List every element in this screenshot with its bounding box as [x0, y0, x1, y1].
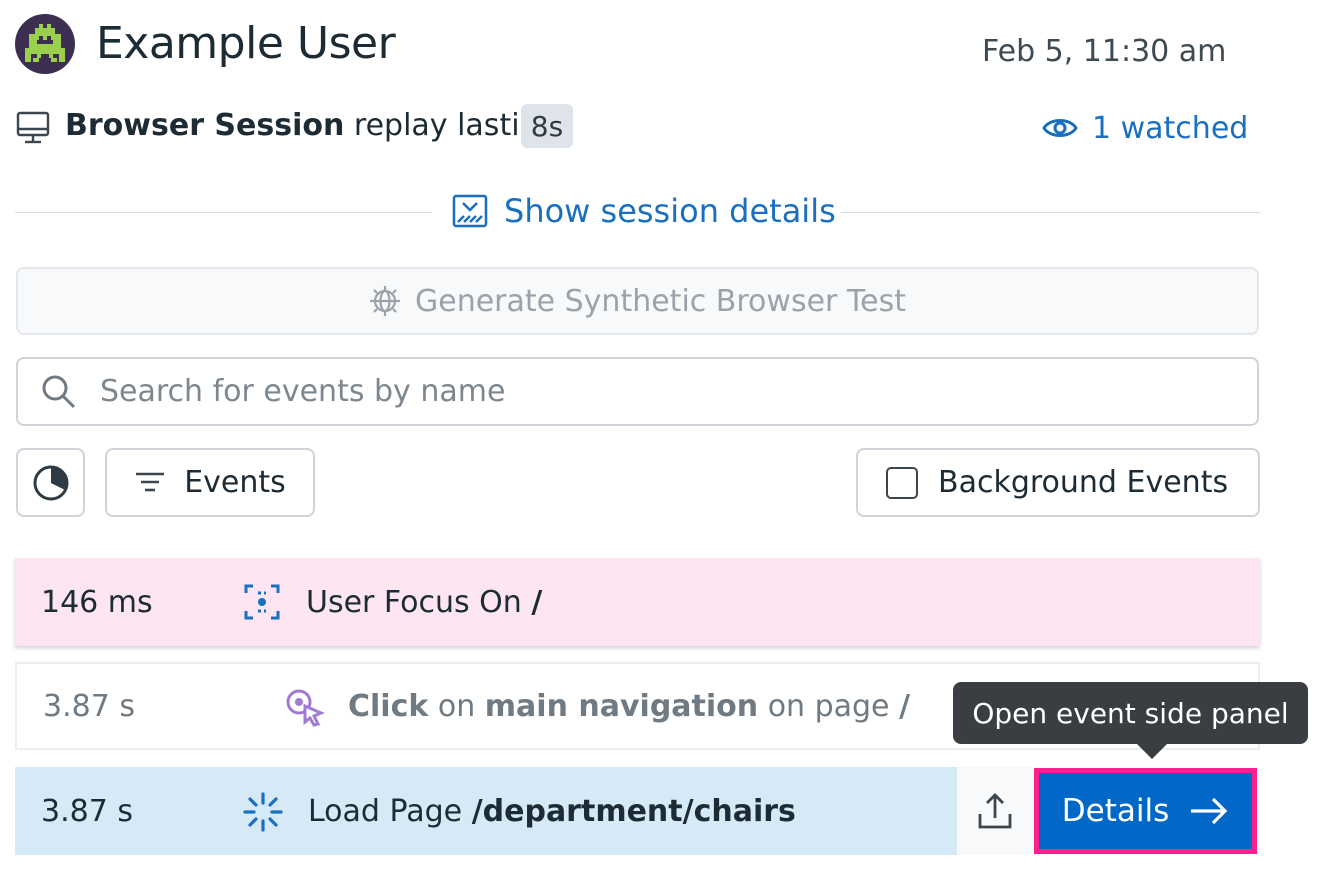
search-input[interactable]	[98, 373, 1202, 410]
background-events-checkbox[interactable]	[886, 466, 918, 499]
event-action: User Focus On	[306, 584, 522, 620]
duration-badge: 8s	[521, 104, 573, 148]
tooltip: Open event side panel	[953, 682, 1308, 744]
events-filter-label: Events	[184, 465, 286, 500]
show-session-details-label: Show session details	[504, 192, 836, 230]
session-timestamp: Feb 5, 11:30 am	[982, 34, 1227, 69]
watched-count: 1 watched	[1092, 110, 1249, 146]
eye-icon	[1042, 119, 1078, 137]
event-action: Click	[348, 688, 429, 724]
generate-synthetic-test-button[interactable]: Generate Synthetic Browser Test	[16, 267, 1259, 335]
generate-synthetic-test-label: Generate Synthetic Browser Test	[414, 283, 906, 319]
divider-right	[841, 212, 1260, 213]
pie-chart-icon	[33, 465, 68, 500]
details-label: Details	[1061, 793, 1170, 829]
event-on: on	[437, 688, 476, 724]
events-filter-button[interactable]: Events	[105, 448, 315, 517]
search-box[interactable]	[16, 357, 1259, 426]
expand-panel-icon	[452, 194, 488, 228]
user-name: Example User	[96, 18, 396, 69]
details-button[interactable]: Details	[1034, 768, 1257, 854]
session-type: Browser Session	[65, 108, 345, 143]
event-time: 3.87 s	[43, 688, 135, 724]
divider-left	[15, 212, 432, 213]
session-description: Browser Session replay lasting	[65, 108, 558, 143]
event-time: 146 ms	[41, 584, 153, 620]
event-label: User Focus On /	[306, 585, 542, 620]
loading-spinner-icon	[243, 792, 283, 832]
event-time: 3.87 s	[41, 793, 133, 829]
chart-toggle-button[interactable]	[16, 448, 85, 517]
focus-icon	[244, 584, 280, 620]
click-cursor-icon	[286, 689, 325, 727]
share-icon	[978, 793, 1012, 829]
search-icon	[42, 375, 76, 408]
monitor-icon	[16, 110, 50, 146]
show-session-details-button[interactable]: Show session details	[452, 192, 836, 230]
event-action: Load Page	[308, 793, 463, 829]
event-target: /	[531, 584, 543, 620]
watched-link[interactable]: 1 watched	[1042, 108, 1248, 148]
arrow-right-icon	[1191, 797, 1228, 825]
globe-gear-icon	[369, 286, 400, 316]
background-events-label: Background Events	[938, 465, 1229, 500]
event-target: /	[899, 688, 911, 724]
avatar	[15, 14, 75, 74]
background-events-toggle[interactable]: Background Events	[856, 448, 1260, 517]
share-button[interactable]	[957, 767, 1033, 855]
event-label: Click on main navigation on page /	[348, 689, 910, 724]
event-label: Load Page /department/chairs	[308, 794, 796, 829]
filter-icon	[136, 472, 165, 491]
tooltip-arrow	[1136, 743, 1168, 759]
space-invader-icon	[25, 24, 65, 62]
event-row[interactable]: 3.87 s Load Page /department/chairs	[15, 767, 957, 855]
event-row[interactable]: 146 ms User Focus On /	[15, 558, 1260, 646]
event-element: main navigation	[484, 688, 759, 724]
event-on-page: on page	[767, 688, 890, 724]
event-target: /department/chairs	[471, 793, 796, 829]
